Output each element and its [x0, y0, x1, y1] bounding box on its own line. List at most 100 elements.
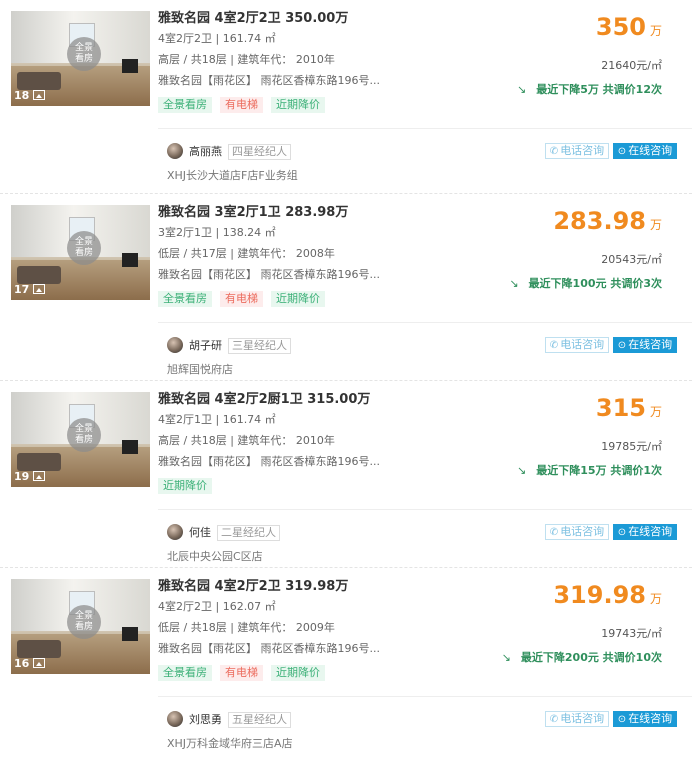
phone-consult-label: 电话咨询: [560, 525, 605, 538]
price-unit: 万: [649, 24, 662, 38]
online-consult-button[interactable]: ⊙ 在线咨询: [613, 524, 677, 540]
panorama-label: 全景 看房: [74, 43, 93, 64]
price-value: 319.98: [553, 581, 646, 609]
chat-icon: ⊙: [617, 714, 627, 725]
phone-icon: ✆: [549, 527, 559, 538]
tag-elevator: 有电梯: [220, 291, 263, 307]
trend-down-icon: ↘: [516, 464, 527, 477]
listing-list: 全景 看房 18 雅致名园 4室2厅2卫 350.00万 4室2厅2卫 | 16…: [0, 0, 692, 761]
online-consult-label: 在线咨询: [628, 525, 673, 538]
tag-panorama: 全景看房: [158, 665, 212, 681]
phone-consult-label: 电话咨询: [560, 712, 605, 725]
tag-panorama: 全景看房: [158, 291, 212, 307]
divider: [158, 696, 692, 697]
tag-price-drop: 近期降价: [158, 478, 212, 494]
listing-card[interactable]: 全景 看房 16 雅致名园 4室2厅2卫 319.98万 4室2厅2卫 | 16…: [0, 567, 692, 755]
unit-price: 20543元/㎡: [601, 253, 662, 266]
chat-icon: ⊙: [617, 146, 627, 157]
agent-name[interactable]: 胡子研: [189, 339, 222, 352]
online-consult-button[interactable]: ⊙ 在线咨询: [613, 337, 677, 353]
agent-info: 何佳 二星经纪人: [167, 524, 280, 542]
phone-consult-button[interactable]: ✆ 电话咨询: [545, 143, 609, 159]
price-change: ↘ 最近下降200元 共调价10次: [442, 651, 662, 665]
agent-avatar[interactable]: [167, 524, 183, 540]
online-consult-button[interactable]: ⊙ 在线咨询: [613, 711, 677, 727]
agent-level: 五星经纪人: [228, 712, 291, 728]
agent-avatar[interactable]: [167, 337, 183, 353]
price-change: ↘ 最近下降100元 共调价3次: [442, 277, 662, 291]
agent-info: 高丽燕 四星经纪人: [167, 143, 291, 161]
panorama-badge[interactable]: 全景 看房: [67, 231, 101, 265]
listing-card[interactable]: 全景 看房 17 雅致名园 3室2厅1卫 283.98万 3室2厅1卫 | 13…: [0, 193, 692, 381]
photo-count-value: 18: [14, 89, 30, 102]
chat-icon: ⊙: [617, 527, 627, 538]
agent-level: 二星经纪人: [217, 525, 280, 541]
phone-consult-button[interactable]: ✆ 电话咨询: [545, 337, 609, 353]
price-unit: 万: [649, 592, 662, 606]
tag-elevator: 有电梯: [220, 97, 263, 113]
divider: [158, 128, 692, 129]
trend-down-icon: ↘: [516, 83, 527, 96]
agent-level: 四星经纪人: [228, 144, 291, 160]
phone-consult-button[interactable]: ✆ 电话咨询: [545, 524, 609, 540]
price-change-text: 最近下降100元 共调价3次: [528, 277, 662, 290]
panorama-badge[interactable]: 全景 看房: [67, 37, 101, 71]
price-unit: 万: [649, 405, 662, 419]
tag-price-drop: 近期降价: [271, 665, 325, 681]
online-consult-button[interactable]: ⊙ 在线咨询: [613, 143, 677, 159]
listing-photo[interactable]: 全景 看房 18: [11, 11, 150, 106]
photo-count: 19: [14, 470, 46, 483]
photo-icon: [33, 90, 46, 100]
photo-count-value: 19: [14, 470, 30, 483]
panorama-label: 全景 看房: [74, 237, 93, 258]
photo-count: 17: [14, 283, 46, 296]
price-value: 315: [595, 394, 646, 422]
agent-store: 旭辉国悦府店: [167, 363, 233, 376]
agent-avatar[interactable]: [167, 143, 183, 159]
agent-name[interactable]: 何佳: [189, 526, 211, 539]
price-value: 283.98: [553, 207, 646, 235]
panorama-badge[interactable]: 全景 看房: [67, 605, 101, 639]
divider: [158, 322, 692, 323]
price-value: 350: [595, 13, 646, 41]
phone-consult-button[interactable]: ✆ 电话咨询: [545, 711, 609, 727]
photo-count: 16: [14, 657, 46, 670]
online-consult-label: 在线咨询: [628, 338, 673, 351]
price-change: ↘ 最近下降15万 共调价1次: [442, 464, 662, 478]
photo-count: 18: [14, 89, 46, 102]
panorama-badge[interactable]: 全景 看房: [67, 418, 101, 452]
phone-icon: ✆: [549, 146, 559, 157]
listing-card[interactable]: 全景 看房 18 雅致名园 4室2厅2卫 350.00万 4室2厅2卫 | 16…: [0, 0, 692, 187]
agent-name[interactable]: 刘思勇: [189, 713, 222, 726]
unit-price: 19785元/㎡: [601, 440, 662, 453]
panorama-label: 全景 看房: [74, 424, 93, 445]
tag-elevator: 有电梯: [220, 665, 263, 681]
agent-name[interactable]: 高丽燕: [189, 145, 222, 158]
unit-price: 21640元/㎡: [601, 59, 662, 72]
total-price: 319.98 万: [442, 578, 662, 612]
photo-count-value: 16: [14, 657, 30, 670]
price-change: ↘ 最近下降5万 共调价12次: [442, 83, 662, 97]
panorama-label: 全景 看房: [74, 611, 93, 632]
photo-icon: [33, 658, 46, 668]
phone-consult-label: 电话咨询: [560, 338, 605, 351]
listing-photo[interactable]: 全景 看房 17: [11, 205, 150, 300]
price-change-text: 最近下降5万 共调价12次: [536, 83, 662, 96]
listing-photo[interactable]: 全景 看房 19: [11, 392, 150, 487]
tag-price-drop: 近期降价: [271, 291, 325, 307]
trend-down-icon: ↘: [501, 651, 511, 664]
agent-store: XHJ万科金域华府三店A店: [167, 737, 293, 750]
total-price: 283.98 万: [442, 204, 662, 238]
agent-info: 刘思勇 五星经纪人: [167, 711, 291, 729]
agent-store: 北辰中央公园C区店: [167, 550, 263, 563]
agent-info: 胡子研 三星经纪人: [167, 337, 291, 355]
agent-store: XHJ长沙大道店F店F业务组: [167, 169, 298, 182]
listing-photo[interactable]: 全景 看房 16: [11, 579, 150, 674]
total-price: 315 万: [442, 391, 662, 425]
online-consult-label: 在线咨询: [628, 144, 673, 157]
listing-card[interactable]: 全景 看房 19 雅致名园 4室2厅2厨1卫 315.00万 4室2厅1卫 | …: [0, 380, 692, 568]
divider: [158, 509, 692, 510]
phone-icon: ✆: [549, 340, 559, 351]
chat-icon: ⊙: [617, 340, 627, 351]
agent-avatar[interactable]: [167, 711, 183, 727]
